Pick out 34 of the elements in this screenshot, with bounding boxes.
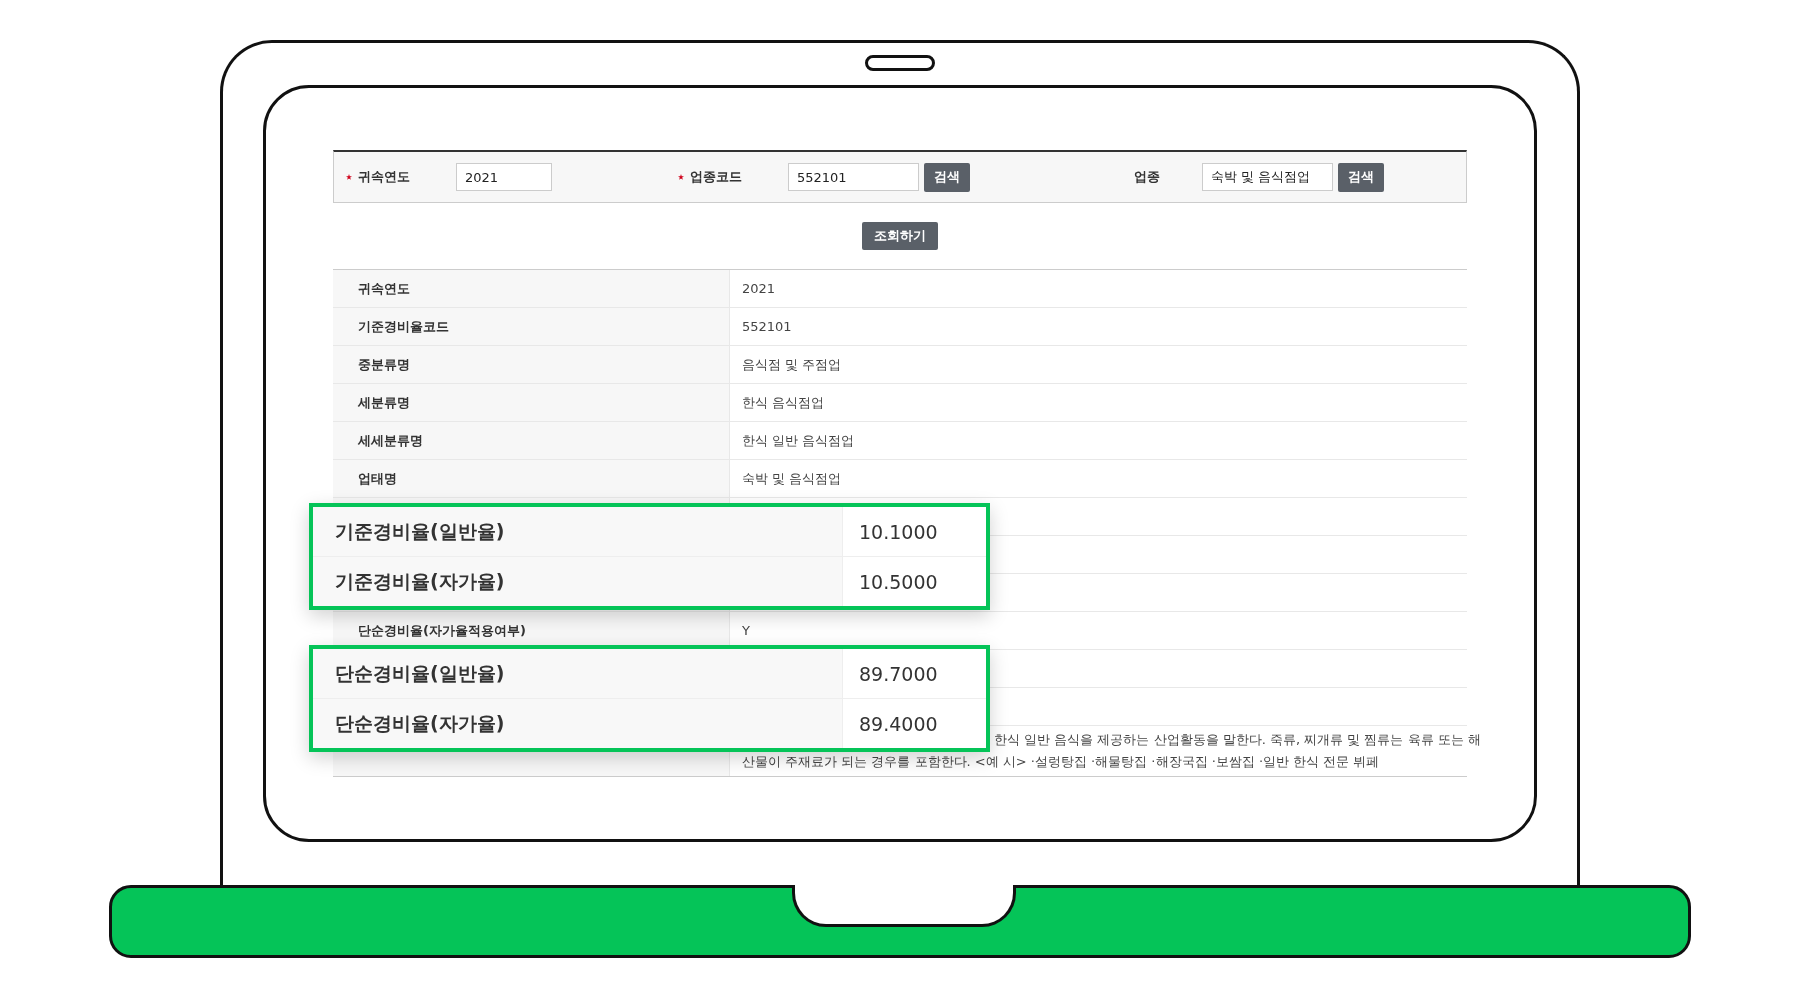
- rate-label: 단순경비율(일반율): [335, 660, 505, 686]
- rate-value: 10.5000: [859, 570, 938, 593]
- row-label: 귀속연도: [358, 279, 410, 298]
- field-label: 업종: [1134, 168, 1160, 186]
- rate-value: 89.4000: [859, 712, 938, 735]
- rate-label: 기준경비율(자가율): [335, 568, 505, 594]
- row-value: 552101: [742, 319, 793, 334]
- description-line: 한식 일반 음식을 제공하는 산업활동을 말한다. 죽류, 찌개류 및 찜류는 육류 또는 해: [993, 731, 1481, 749]
- row-label: 세세분류명: [358, 431, 423, 450]
- rate-value: 10.1000: [859, 520, 938, 543]
- camera-slot: [865, 55, 935, 71]
- row-label: 세분류명: [358, 393, 410, 412]
- search-button[interactable]: 검색: [924, 162, 970, 192]
- field-label: 업종코드: [690, 168, 742, 186]
- row-label: 기준경비율코드: [358, 317, 449, 336]
- row-value: 음식점 및 주점업: [742, 355, 843, 374]
- rate-label: 기준경비율(일반율): [335, 518, 505, 544]
- row-value: 2021: [742, 281, 777, 296]
- input-field[interactable]: 552101: [788, 163, 919, 191]
- row-value: 숙박 및 음식점업: [742, 469, 843, 488]
- rate-value: 89.7000: [859, 662, 938, 685]
- field-label: 귀속연도: [358, 168, 410, 186]
- row-label: 단순경비율(자가율적용여부): [358, 621, 526, 640]
- rate-label: 단순경비율(자가율): [335, 710, 505, 736]
- input-field[interactable]: 숙박 및 음식점업: [1202, 163, 1333, 191]
- input-field[interactable]: 2021: [456, 163, 552, 191]
- search-button[interactable]: 검색: [1338, 162, 1384, 192]
- row-label: 업태명: [358, 469, 397, 488]
- description-line: 산물이 주재료가 되는 경우를 포함한다. <예 시> ·설렁탕집 ·해물탕집 ·해장국집 ·보쌈집 ·일반 한식 전문 뷔페: [742, 753, 1381, 771]
- row-value: Y: [742, 623, 751, 638]
- query-button[interactable]: 조회하기: [862, 222, 938, 250]
- row-label: 중분류명: [358, 355, 410, 374]
- row-value: 한식 음식점업: [742, 393, 826, 412]
- row-value: 한식 일반 음식점업: [742, 431, 856, 450]
